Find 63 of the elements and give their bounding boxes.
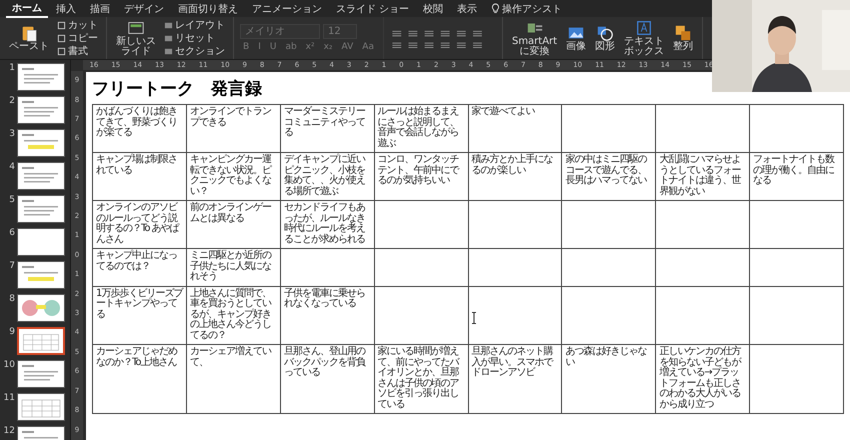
slide-option-button[interactable]: セクション: [162, 44, 227, 58]
table-cell: 家の中はミニ四駆のコースで遊んでる、長男はハマってない: [562, 152, 656, 200]
slide-number: 4: [8, 162, 15, 172]
slide-number: 8: [8, 294, 15, 304]
insert-tool-button[interactable]: テキストボックス: [621, 18, 668, 58]
slide-number: 6: [8, 228, 15, 238]
slide-option-button[interactable]: レイアウト: [162, 18, 227, 32]
slide-option-button[interactable]: リセット: [162, 32, 227, 44]
slide-number: 5: [8, 195, 15, 205]
table-cell: 家にいる時間が増えて、前にやってたバイオリンとか、旦那さんは子供の頃のアソビを引っ張り出している: [374, 344, 468, 414]
table-cell: 前のオンラインゲームとは異なる: [186, 200, 280, 248]
slide-number: 12: [2, 426, 15, 436]
table-cell: 積み方とか上手になるのが楽しい: [468, 152, 562, 200]
table-cell: コンロ、ワンタッチテント、午前中にでるのが気持ちいい: [374, 152, 468, 200]
menu-tab[interactable]: 校閲: [417, 0, 450, 16]
table-cell: カーシェア増えていて、: [186, 344, 280, 414]
paste-button[interactable]: ペースト: [6, 23, 52, 53]
table-cell: 旦那さんのネット購入が早い。スマホでドローンアソビ: [468, 344, 562, 414]
slide-number: 9: [8, 327, 15, 337]
menu-tab[interactable]: 表示: [451, 0, 484, 16]
table-cell: ルールは始まるまえにさっと説明して、音声で会話しながら遊ぶ: [374, 104, 468, 152]
clipboard-button[interactable]: 書式: [55, 44, 100, 58]
table-cell: 子供を電車に乗せられなくなっている: [280, 286, 374, 344]
table-cell: 旦那さん、登山用のバックパックを背負っている: [280, 344, 374, 414]
table-cell: キャンプ場は制限されている: [92, 152, 186, 200]
menu-tab[interactable]: 挿入: [50, 0, 82, 16]
table-cell: かばんづくりは飽きてきて、野菜づくりが楽てる: [92, 104, 186, 152]
menu-tab[interactable]: スライド ショー: [330, 0, 416, 16]
table-cell: マーダーミステリーコミュニティやってる: [280, 104, 374, 152]
assist-search[interactable]: 操作アシスト: [502, 2, 562, 16]
table-cell: 大乱闘にハマらせようとしているフォートナイトは違う、世界観がない: [656, 152, 750, 200]
table-cell: 正しいケンカの仕方を知らない子どもが増えている→プラットフォームも正しさのわかる大人がいるから成り立つ: [656, 344, 750, 414]
new-slide-button[interactable]: 新しいスライド: [113, 18, 159, 58]
menu-tab[interactable]: 画面切り替え: [172, 0, 244, 16]
insert-tool-button[interactable]: 図形: [592, 23, 618, 53]
table-cell: 家で遊べてよい: [468, 104, 562, 152]
table-cell: オンラインでトランプできる: [186, 104, 280, 152]
table-cell: ミニ四駆とか近所の子供たちに人気になれそう: [186, 248, 280, 286]
table-cell: 上地さんに質問で、車を買おうとしているが、キャンプ好きの上地さん今どうしてるの？: [186, 286, 280, 344]
table-cell: 1万歩歩くビリーズブートキャンプやってる: [92, 286, 186, 344]
table-cell: あつ森は好きじゃない: [562, 344, 656, 414]
menu-tab[interactable]: 描画: [84, 0, 116, 16]
slide-number: 7: [8, 261, 15, 271]
smartart-button[interactable]: SmartArt に変換: [508, 18, 560, 58]
insert-tool-button[interactable]: 整列: [670, 23, 696, 53]
table-cell: デイキャンプに近いピクニック、小枝を集めて、、火が使える場所で遊ぶ: [280, 152, 374, 200]
slide-number: 2: [8, 96, 15, 106]
clipboard-button[interactable]: コピー: [55, 32, 100, 44]
slide-title[interactable]: フリートーク 発言録: [92, 77, 262, 100]
table-cell: キャンプ中止になってるのでは？: [92, 248, 186, 286]
slide-number: 3: [8, 129, 15, 139]
table-cell: セカンドライフもあったが、ルールなき時代にルールを考えることが求められる: [280, 200, 374, 248]
clipboard-button[interactable]: カット: [55, 18, 100, 32]
insert-tool-button[interactable]: 画像: [563, 23, 590, 53]
table-cell: オンラインのアソビのルールってどう説明するの？To あやぱんさん: [92, 200, 186, 248]
slide-number: 10: [2, 360, 15, 370]
table-cell: フォートナイトも数の理が働く。自由になる: [750, 152, 844, 200]
menu-tab[interactable]: アニメーション: [246, 0, 328, 16]
menu-tab[interactable]: デザイン: [118, 0, 170, 16]
table-cell: カーシェアじゃだめなのか？To上地さん: [92, 344, 186, 414]
slide-number: 1: [8, 63, 15, 73]
slide-number: 11: [2, 393, 15, 403]
table-cell: キャンピングカー運転できない状況。ピクニックでもよくない？: [186, 152, 280, 200]
